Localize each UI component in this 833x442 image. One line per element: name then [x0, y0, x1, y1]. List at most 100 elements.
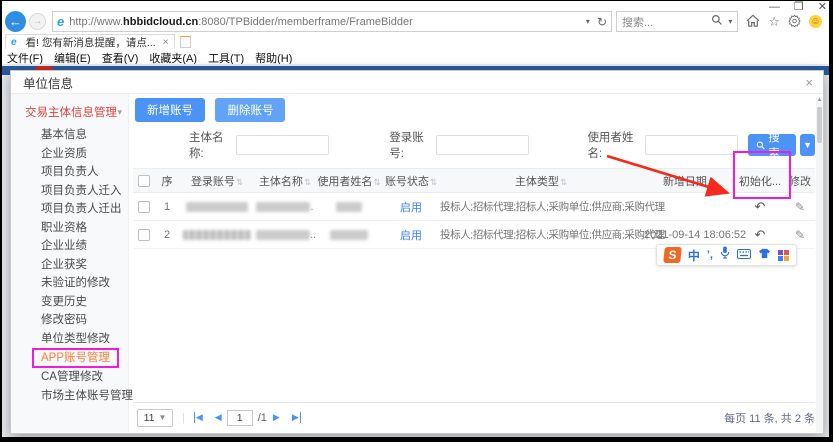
subject-name-input[interactable]	[236, 135, 329, 155]
menu-item-2[interactable]: 查看(V)	[102, 50, 139, 64]
menu-item-5[interactable]: 帮助(H)	[255, 50, 292, 64]
account-toolbar: 新增账号 删除账号	[135, 98, 815, 122]
row-select-cell	[133, 193, 155, 221]
microphone-icon[interactable]	[720, 246, 730, 264]
redacted-name	[256, 202, 310, 212]
next-page-button[interactable]: ▶	[273, 412, 280, 423]
status-enabled-link[interactable]: 启用	[400, 230, 422, 242]
sidebar-item[interactable]: 未验证的修改	[11, 274, 128, 293]
sidebar-item[interactable]: 企业业绩	[11, 237, 128, 256]
sort-icon[interactable]: ⇅	[430, 177, 437, 187]
user-name-input[interactable]	[645, 135, 738, 155]
sogou-ime-toolbar[interactable]: S中 ’,	[656, 244, 797, 266]
browser-search-box[interactable]: 搜索... ▾	[616, 11, 738, 32]
search-button[interactable]: 搜索	[748, 134, 796, 156]
keyboard-icon[interactable]	[737, 246, 751, 264]
type-cell: 投标人;招标代理;招标人;采购单位;供应商;采购代理	[439, 221, 643, 249]
seq-cell: 1	[155, 193, 179, 221]
login-account-input[interactable]	[436, 135, 529, 155]
search-magnifier-icon[interactable]	[711, 14, 723, 29]
sort-icon[interactable]: ⇅	[236, 177, 243, 187]
page-size-select[interactable]: 11▼	[137, 409, 173, 427]
row-checkbox[interactable]	[138, 201, 150, 213]
sort-icon[interactable]: ⇅	[560, 177, 567, 187]
tab-message-alert[interactable]: e 看! 您有新消息提醒，请点... ×	[5, 34, 175, 49]
name-trail: .	[310, 201, 313, 213]
toolbox-icon[interactable]	[778, 250, 789, 261]
back-button[interactable]: ←	[5, 11, 26, 32]
row-checkbox[interactable]	[138, 229, 150, 241]
screenshot-root: — ❐ ✕ ← → e http://www.hbbidcloud.cn:808…	[0, 0, 833, 442]
feedback-smiley-icon[interactable]: ☺	[809, 15, 822, 28]
pencil-icon[interactable]: ✎	[795, 228, 805, 242]
menu-item-3[interactable]: 收藏夹(A)	[149, 50, 197, 64]
select-all-checkbox[interactable]	[138, 175, 150, 187]
sidebar-group-header[interactable]: 交易主体信息管理 ▾	[11, 99, 128, 126]
accounts-table: 序登录账号⇅主体名称⇅使用者姓名⇅账号状态⇅主体类型⇅新增日期⇅初始化...修改…	[133, 168, 815, 249]
menu-item-1[interactable]: 编辑(E)	[54, 50, 91, 64]
punctuation-icon[interactable]: ’,	[707, 249, 713, 261]
dialog-title: 单位信息	[23, 73, 73, 92]
sidebar-item[interactable]: 单位类型修改	[11, 330, 128, 349]
subject-name-label: 主体名称:	[189, 129, 232, 161]
column-header: 序	[155, 169, 179, 193]
chevron-down-icon: ▾	[117, 107, 122, 118]
page-number-input[interactable]: 1	[227, 410, 253, 426]
prev-page-button[interactable]: ◀	[215, 412, 222, 423]
sort-icon[interactable]: ⇅	[304, 177, 311, 187]
sidebar-item[interactable]: CA管理修改	[11, 368, 128, 387]
redacted-login	[186, 202, 248, 212]
menu-item-4[interactable]: 工具(T)	[208, 50, 244, 64]
scroll-up-icon[interactable]: ▲	[816, 97, 823, 103]
main-panel: 新增账号 删除账号 主体名称: 登录账号: 使用者姓名:	[129, 94, 823, 432]
forward-button[interactable]: →	[29, 13, 46, 30]
settings-gear-icon[interactable]	[788, 14, 801, 30]
add-account-button[interactable]: 新增账号	[135, 98, 205, 122]
chinese-mode-icon[interactable]: 中	[688, 247, 700, 264]
favorites-star-icon[interactable]: ☆	[768, 14, 780, 30]
sidebar-item[interactable]: 修改密码	[11, 311, 128, 330]
sort-icon[interactable]: ⇅	[373, 177, 380, 187]
first-page-button[interactable]: ◀	[194, 412, 203, 423]
redacted-login	[183, 230, 251, 240]
scrollbar-thumb[interactable]	[817, 107, 822, 143]
sidebar-active-label: APP账号管理	[32, 348, 119, 368]
browser-window: — ❐ ✕ ← → e http://www.hbbidcloud.cn:808…	[2, 1, 829, 437]
delete-account-button[interactable]: 删除账号	[215, 98, 285, 122]
sidebar-item-active[interactable]: APP账号管理	[11, 348, 128, 368]
sidebar-item[interactable]: 变更历史	[11, 293, 128, 312]
new-tab-button[interactable]	[180, 36, 191, 48]
sidebar-item[interactable]: 企业获奖	[11, 256, 128, 275]
refresh-icon[interactable]: ↻	[597, 15, 607, 29]
search-options-chevron-button[interactable]: ▼	[800, 134, 815, 156]
last-page-button[interactable]: ▶	[292, 412, 301, 423]
sidebar-item[interactable]: 项目负责人	[11, 163, 128, 182]
select-all-header	[133, 169, 155, 193]
unit-info-dialog: 单位信息 × 交易主体信息管理 ▾ 基本信息企业资质项目负责人项目负责人迁入项目…	[10, 70, 824, 434]
dialog-scrollbar[interactable]: ▲	[816, 97, 823, 432]
pencil-icon[interactable]: ✎	[795, 200, 805, 214]
sidebar-item[interactable]: 市场主体账号管理	[11, 387, 128, 406]
sogou-logo[interactable]: S	[663, 247, 682, 263]
undo-arrow-icon[interactable]: ↶	[755, 227, 766, 242]
skin-icon[interactable]	[758, 246, 771, 264]
sidebar-item[interactable]: 项目负责人迁入	[11, 182, 128, 201]
menu-item-0[interactable]: 文件(F)	[7, 50, 43, 64]
home-icon[interactable]	[746, 14, 760, 30]
url-field[interactable]: e http://www.hbbidcloud.cn:8080/TPBidder…	[52, 11, 612, 32]
search-dropdown-icon[interactable]: ▾	[728, 17, 732, 26]
undo-arrow-icon[interactable]: ↶	[755, 199, 766, 214]
url-dropdown-icon[interactable]: ▾	[586, 17, 590, 26]
sidebar: 交易主体信息管理 ▾ 基本信息企业资质项目负责人项目负责人迁入项目负责人迁出职业…	[11, 94, 129, 432]
init-cell: ↶	[735, 193, 785, 221]
tab-close-icon[interactable]: ×	[163, 36, 169, 48]
sidebar-item[interactable]: 职业资格	[11, 219, 128, 238]
sidebar-item[interactable]: 基本信息	[11, 126, 128, 145]
redacted-user	[336, 202, 362, 212]
sort-icon[interactable]: ⇅	[708, 177, 715, 187]
status-enabled-link[interactable]: 启用	[400, 202, 422, 214]
column-header: 修改	[785, 169, 815, 193]
sidebar-item[interactable]: 项目负责人迁出	[11, 200, 128, 219]
dialog-close-icon[interactable]: ×	[805, 75, 813, 90]
sidebar-item[interactable]: 企业资质	[11, 145, 128, 164]
